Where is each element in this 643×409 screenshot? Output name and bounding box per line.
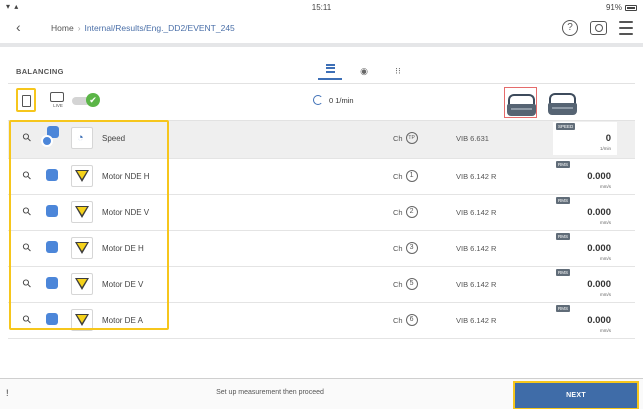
tab-eye-view[interactable]: ◉	[352, 62, 376, 80]
footer-message: Set up measurement then proceed	[216, 389, 324, 396]
check-icon: ✔	[86, 93, 100, 107]
sensor-model: VIB 6.142 R	[456, 172, 497, 181]
speed-readout: 0 1/min	[329, 95, 354, 105]
breadcrumb-home[interactable]: Home	[51, 23, 74, 33]
value: 0.000	[587, 243, 611, 254]
live-icon	[50, 92, 64, 102]
value-cell: SPEED 0 1/min	[553, 122, 617, 155]
tab-list-view[interactable]	[318, 62, 342, 80]
sensor-model: VIB 6.142 R	[456, 244, 497, 253]
battery-icon	[625, 4, 637, 11]
value-unit: mm/s	[600, 220, 611, 225]
value-unit: 1/min	[599, 146, 611, 151]
channel: Ch 3	[393, 242, 418, 254]
value-cell: RMS 0.000 mm/s	[553, 268, 617, 301]
channel-number: 3	[405, 242, 418, 254]
footer-bar: ! Set up measurement then proceed NEXT	[0, 378, 643, 409]
channel: Ch 5	[393, 278, 418, 290]
channel: Ch 2	[393, 206, 418, 218]
value: 0.000	[587, 207, 611, 218]
machine-view-button-1[interactable]	[504, 87, 537, 118]
status-bar: ▾ ▴ 15:11 91%	[0, 0, 643, 16]
nav-bar: ‹ Home › Internal/Results/Eng._DD2/EVENT…	[0, 16, 643, 42]
sensor-model: VIB 6.631	[456, 134, 489, 143]
spinner-icon	[313, 95, 323, 105]
document-icon	[22, 95, 31, 107]
value-badge: RMS	[556, 305, 570, 312]
value-cell: RMS 0.000 mm/s	[553, 304, 617, 337]
channel: Ch 6	[393, 314, 418, 326]
value-badge: SPEED	[556, 123, 576, 130]
back-button[interactable]: ‹	[16, 19, 21, 35]
value-unit: mm/s	[600, 328, 611, 333]
value-cell: RMS 0.000 mm/s	[553, 196, 617, 229]
live-mode-button[interactable]: LIVE	[50, 92, 66, 110]
breadcrumb: Home › Internal/Results/Eng._DD2/EVENT_2…	[51, 23, 235, 33]
channel-number: 5	[405, 278, 418, 290]
menu-icon[interactable]	[619, 21, 633, 35]
camera-icon[interactable]	[590, 21, 607, 35]
value: 0.000	[587, 171, 611, 182]
channel: Ch 1	[393, 170, 418, 182]
battery-percent: 91%	[605, 3, 622, 12]
value: 0.000	[587, 315, 611, 326]
list-icon	[325, 62, 335, 74]
channel: Ch TP	[393, 132, 418, 144]
eye-icon: ◉	[360, 66, 368, 76]
next-button[interactable]: NEXT	[513, 381, 639, 409]
value-cell: RMS 0.000 mm/s	[553, 160, 617, 193]
toolbar: LIVE ✔ 0 1/min	[8, 85, 635, 121]
channel-number: 2	[405, 206, 418, 218]
nav-icons: ?	[562, 20, 633, 36]
view-tabs: ◉ ⁝⁝	[318, 62, 410, 80]
value: 0.000	[587, 279, 611, 290]
machine-view-button-2[interactable]	[546, 87, 579, 118]
highlight-box	[9, 120, 169, 330]
speed-indicator: 0 1/min	[313, 95, 354, 105]
header-divider	[0, 43, 643, 47]
value: 0	[605, 133, 611, 144]
value-unit: mm/s	[600, 292, 611, 297]
value-cell: RMS 0.000 mm/s	[553, 232, 617, 265]
panel-header: BALANCING ◉ ⁝⁝	[8, 58, 635, 84]
channel-number: 1	[405, 170, 418, 182]
breadcrumb-separator: ›	[77, 23, 81, 33]
live-label: LIVE	[53, 103, 63, 108]
status-time: 15:11	[311, 3, 332, 12]
grid-icon: ⁝⁝	[395, 66, 401, 76]
value-badge: RMS	[556, 197, 570, 204]
report-button[interactable]	[16, 88, 36, 112]
channel-number: TP	[405, 132, 418, 144]
sensor-model: VIB 6.142 R	[456, 316, 497, 325]
battery-indicator: 91%	[606, 3, 637, 12]
value-unit: mm/s	[600, 184, 611, 189]
sensor-model: VIB 6.142 R	[456, 208, 497, 217]
panel-title: BALANCING	[16, 67, 64, 76]
tab-grid-view[interactable]: ⁝⁝	[386, 62, 410, 80]
help-icon[interactable]: ?	[562, 20, 578, 36]
value-badge: RMS	[556, 161, 570, 168]
sensor-model: VIB 6.142 R	[456, 280, 497, 289]
value-badge: RMS	[556, 269, 570, 276]
balancing-screen: ▾ ▴ 15:11 91% ‹ Home › Internal/Results/…	[0, 0, 643, 409]
value-unit: mm/s	[600, 256, 611, 261]
value-badge: RMS	[556, 233, 570, 240]
channel-number: 6	[405, 314, 418, 326]
breadcrumb-path[interactable]: Internal/Results/Eng._DD2/EVENT_245	[85, 23, 235, 33]
